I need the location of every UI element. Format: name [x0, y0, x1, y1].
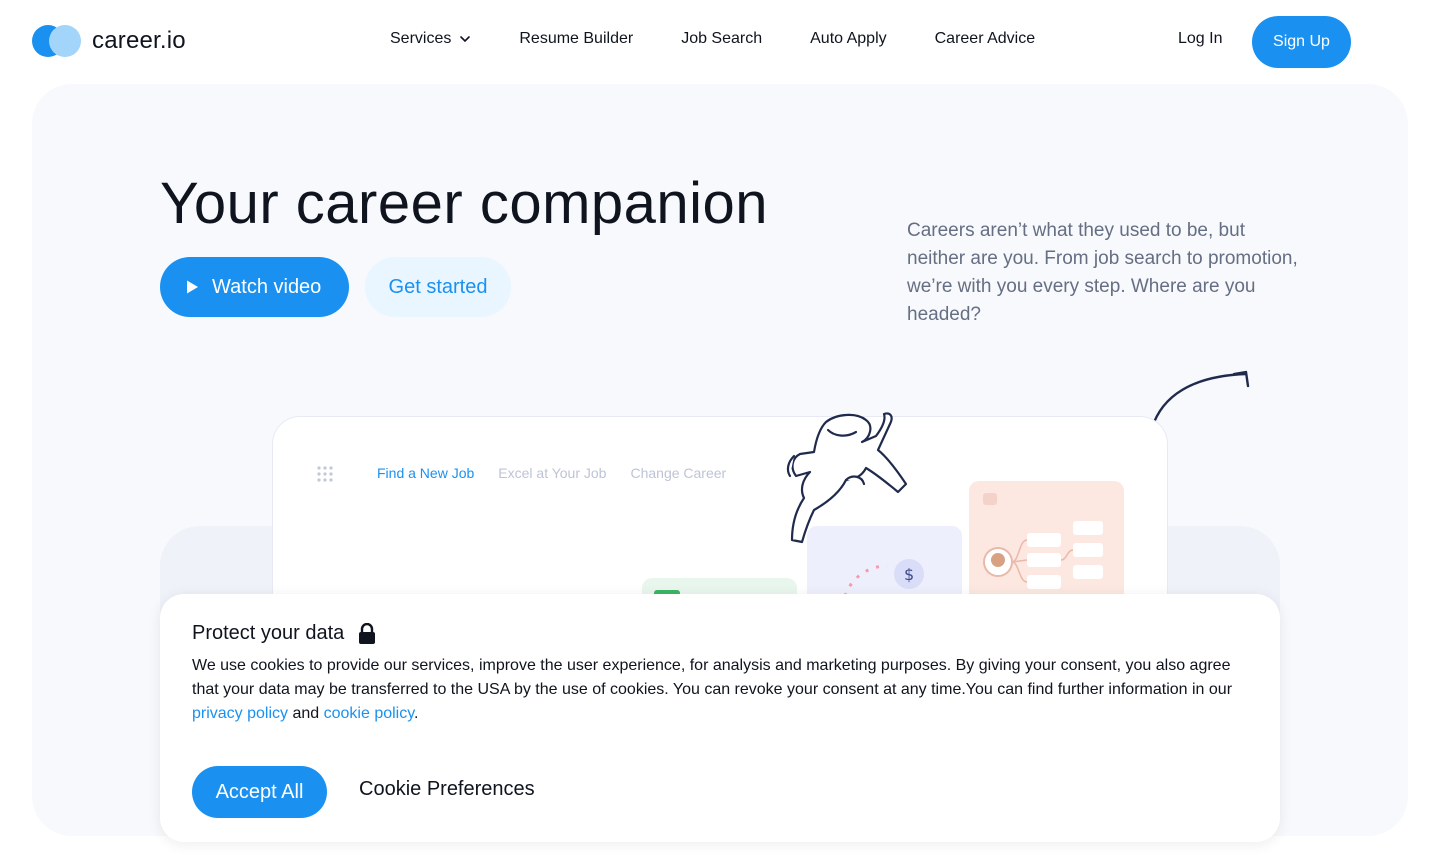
nav-item-label: Auto Apply [810, 30, 887, 47]
cookie-text-before: We use cookies to provide our services, … [192, 657, 1233, 698]
watch-video-label: Watch video [212, 275, 322, 298]
privacy-policy-link[interactable]: privacy policy [192, 705, 288, 722]
logo-text: career.io [92, 27, 186, 54]
nav-item-label: Job Search [681, 30, 763, 47]
flying-person-illustration-icon [786, 412, 908, 544]
grid-menu-icon[interactable] [316, 465, 334, 483]
cookie-title: Protect your data [192, 622, 376, 645]
cookie-description: We use cookies to provide our services, … [192, 654, 1252, 726]
tab-find-new-job[interactable]: Find a New Job [377, 465, 474, 481]
cookie-policy-link[interactable]: cookie policy [324, 705, 414, 722]
accept-all-button[interactable]: Accept All [192, 766, 327, 818]
cookie-title-text: Protect your data [192, 622, 345, 644]
get-started-button[interactable]: Get started [365, 257, 511, 317]
lock-icon [359, 622, 376, 644]
nav-item-label: Services [390, 30, 452, 47]
tab-excel-at-job[interactable]: Excel at Your Job [498, 465, 606, 481]
nav-item-label: Resume Builder [519, 30, 634, 47]
nav-item-services[interactable]: Services [390, 30, 471, 48]
login-link[interactable]: Log In [1178, 30, 1222, 48]
cookie-text-after: . [414, 705, 419, 722]
chevron-down-icon [460, 36, 471, 43]
app-preview-tabs: Find a New Job Excel at Your Job Change … [377, 465, 726, 481]
watch-video-button[interactable]: Watch video [160, 257, 349, 317]
logo-mark-icon [32, 24, 82, 58]
hero-title: Your career companion [160, 171, 769, 236]
play-icon [187, 280, 198, 294]
logo[interactable]: career.io [32, 24, 186, 58]
nav-item-career-advice[interactable]: Career Advice [935, 30, 1036, 48]
signup-button[interactable]: Sign Up [1252, 16, 1351, 68]
cookie-preferences-button[interactable]: Cookie Preferences [359, 778, 535, 801]
svg-text:$: $ [904, 565, 914, 584]
nav-item-label: Career Advice [934, 30, 1036, 47]
hero-description: Careers aren’t what they used to be, but… [907, 220, 1298, 325]
cookie-consent-banner: Protect your data We use cookies to prov… [160, 594, 1280, 842]
cookie-text-mid: and [288, 705, 324, 722]
nav-item-job-search[interactable]: Job Search [681, 30, 762, 48]
main-nav: Services Resume Builder Job Search Auto … [390, 30, 1083, 48]
top-navigation: career.io Services Resume Builder Job Se… [0, 0, 1440, 84]
nav-item-resume-builder[interactable]: Resume Builder [519, 30, 633, 48]
nav-item-auto-apply[interactable]: Auto Apply [810, 30, 887, 48]
tab-change-career[interactable]: Change Career [630, 465, 726, 481]
